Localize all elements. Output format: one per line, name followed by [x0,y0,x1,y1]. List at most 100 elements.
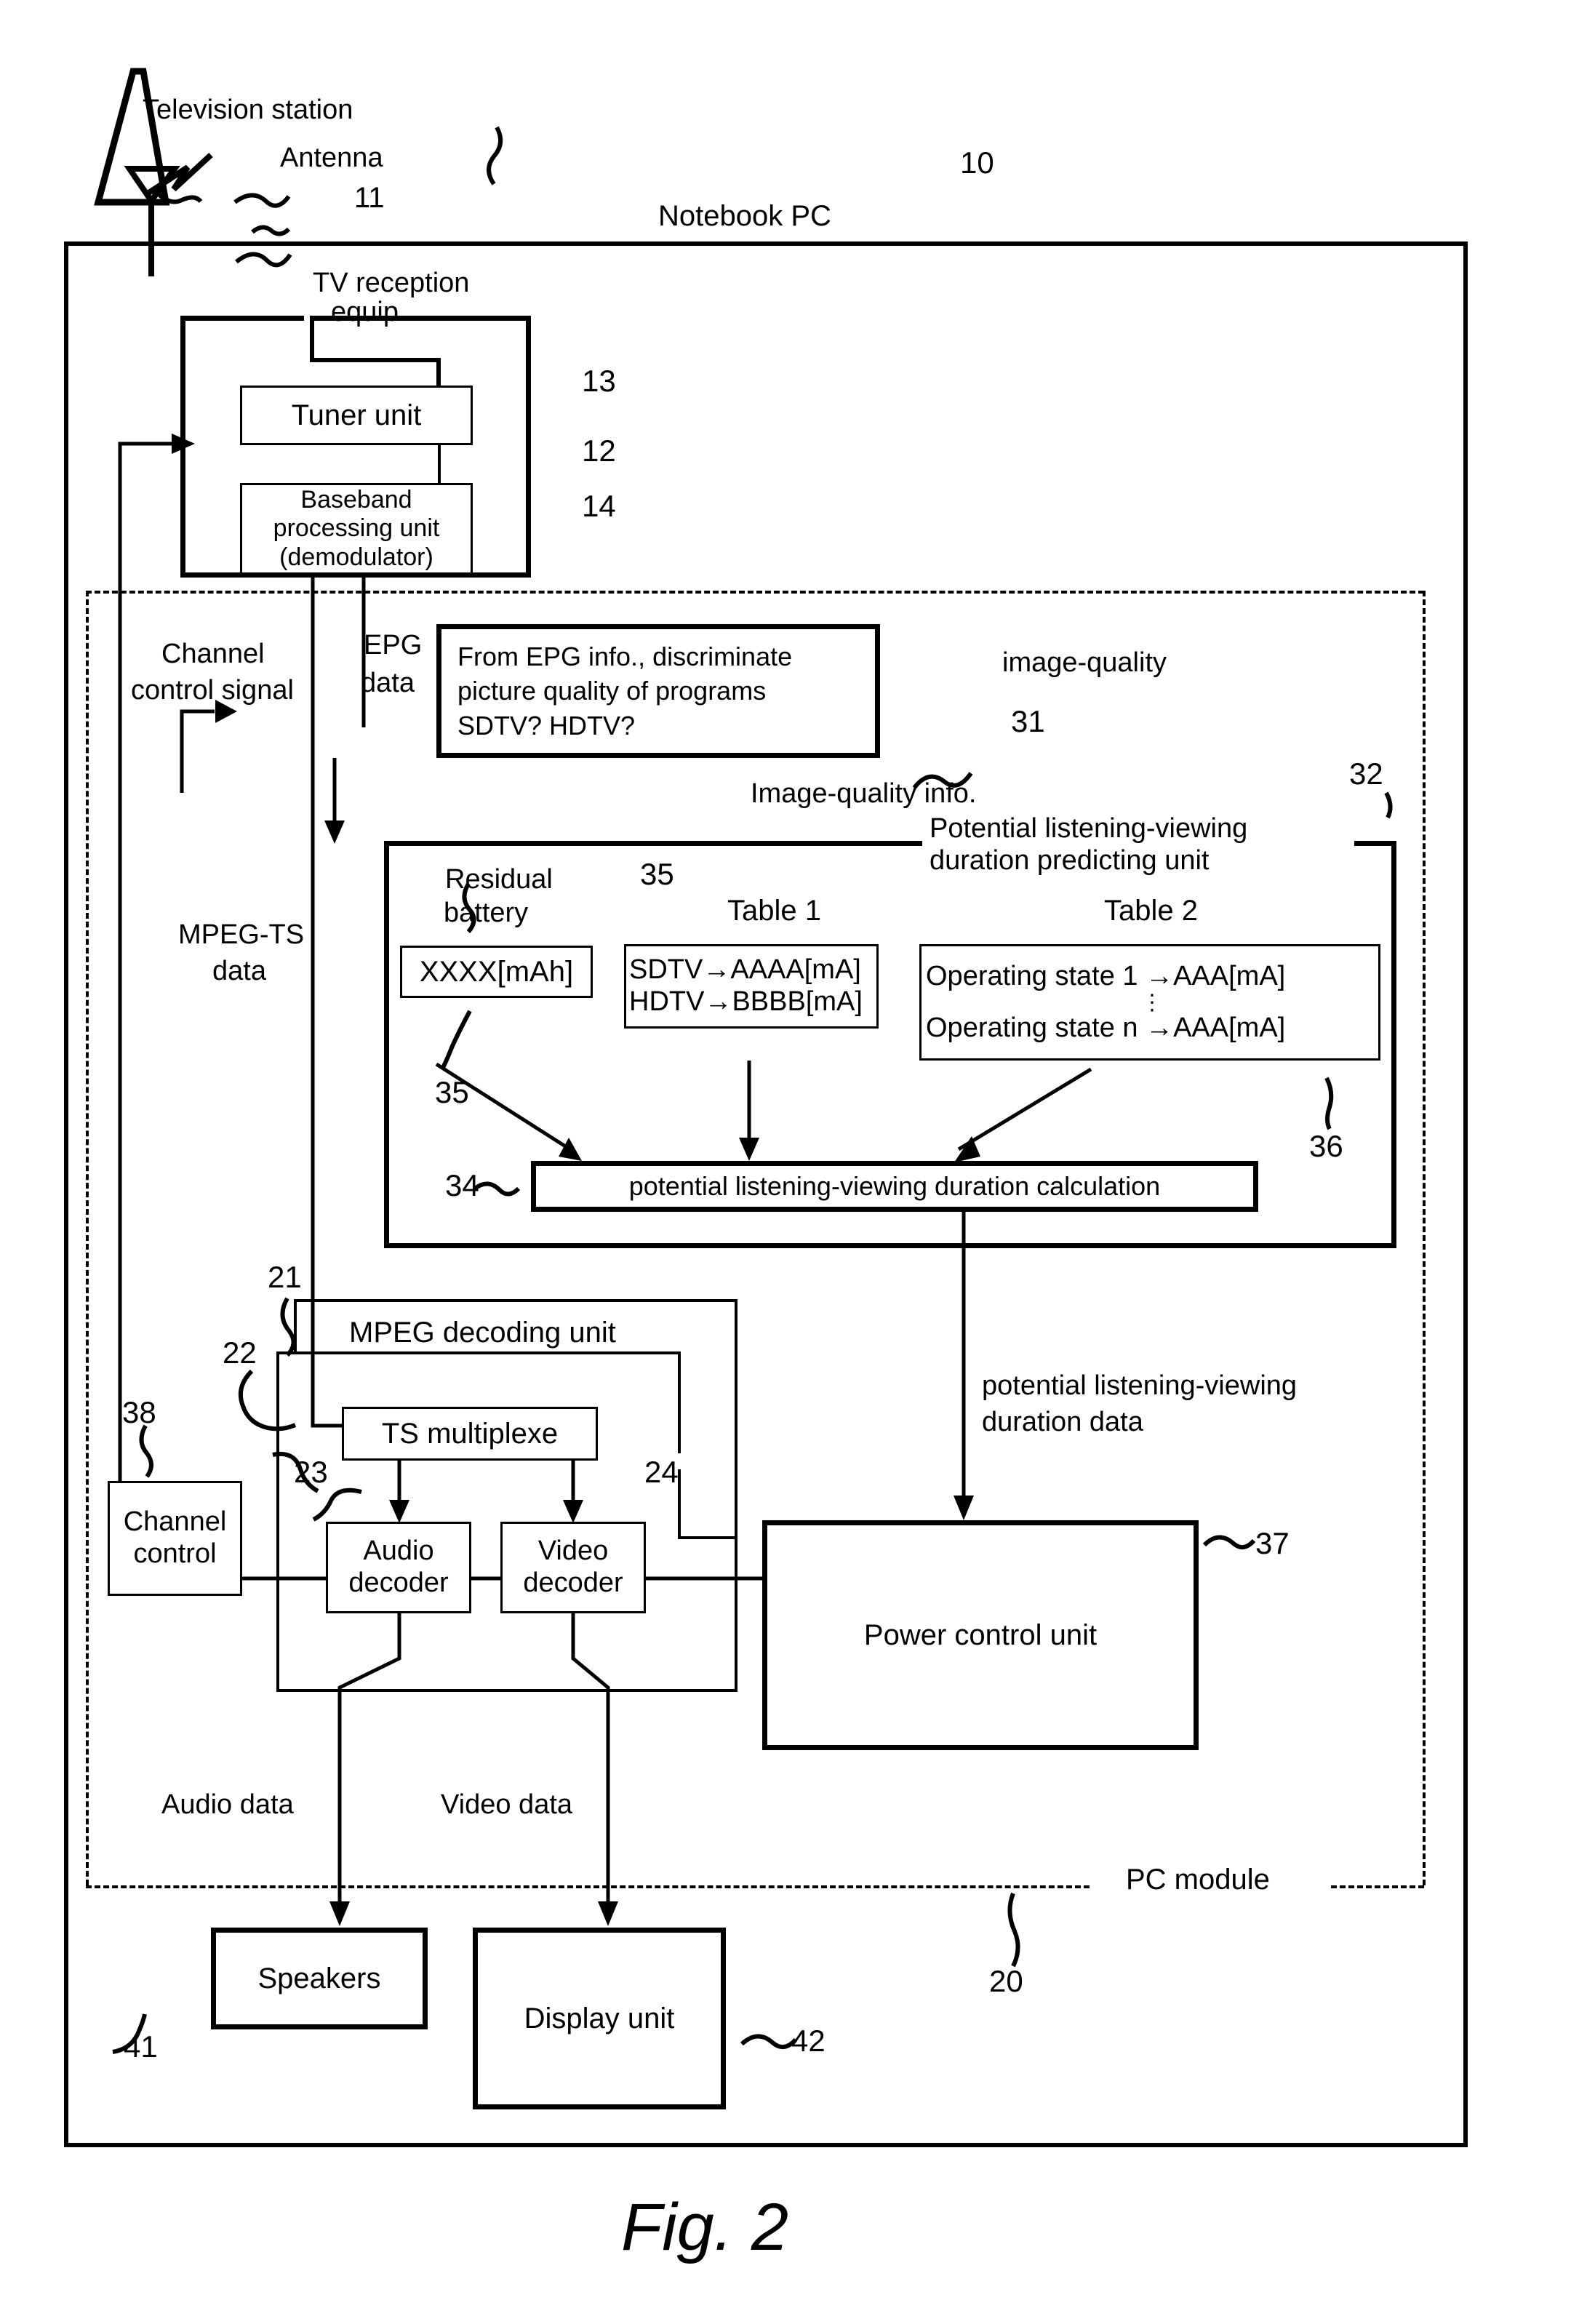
tv-reception-box-right [526,316,531,578]
duration-calculation-ref: 34 [445,1168,479,1202]
tv-reception-box-top-right [313,316,531,321]
arrow-calc-to-power-control [954,1210,974,1520]
tuner-unit-box[interactable]: Tuner unit [240,386,473,445]
residual-battery-label-line2: battery [444,898,529,928]
duration-calculation-box[interactable]: potential listening-viewing duration cal… [531,1161,1258,1212]
predicting-unit-box-bottom [384,1243,1396,1248]
notebook-pc-label: Notebook PC [658,200,831,232]
table2-row-state1: Operating state 1 →AAA[mA] [926,960,1286,991]
decoder-group-frame-right [678,1351,681,1453]
arrow-imagequality-to-predictor [324,758,345,844]
antenna-to-tuner-connector-v [310,316,314,362]
residual-battery-ref-bottom: 35 [435,1075,469,1109]
mpeg-decoding-unit-label: MPEG decoding unit [349,1317,616,1349]
display-unit-box[interactable]: Display unit [473,1928,726,2109]
speakers-ref: 41 [124,2029,158,2064]
arrow-table2-to-calc [954,1067,1092,1162]
epg-discriminator-box[interactable]: From EPG info., discriminate picture qua… [436,624,880,758]
predicting-unit-box-left [384,841,389,1248]
duration-calculation-label: potential listening-viewing duration cal… [628,1171,1161,1202]
channel-control-label-line2: control [133,1538,217,1569]
display-unit-label: Display unit [524,2002,675,2035]
predicting-unit-box-top-right [1354,841,1396,846]
ts-multiplexer-box[interactable]: TS multiplexe [342,1407,598,1461]
channel-control-signal-label-line1: Channel [161,639,265,669]
baseband-label-line2: processing unit [273,514,440,543]
baseband-label-line1: Baseband [300,486,412,514]
line-mpegts-to-ts-multiplexer [311,575,342,1428]
leader-38 [139,1424,153,1478]
pc-module-dashed-bottom-left [86,1885,1090,1888]
power-control-unit-label: Power control unit [863,1619,1098,1651]
tuner-unit-label: Tuner unit [291,399,422,431]
duration-data-label-line2: duration data [982,1407,1143,1437]
display-unit-ref: 42 [791,2024,826,2058]
ts-multiplexer-label: TS multiplexe [381,1418,559,1450]
ts-multiplexer-ref: 22 [223,1335,257,1370]
table2-ref: 36 [1309,1129,1343,1163]
tuner-unit-ref: 13 [582,364,616,398]
arrow-table1-to-calc [739,1061,759,1161]
notebook-pc-ref: 10 [960,145,994,180]
speakers-label: Speakers [257,1962,381,1994]
image-quality-label: image-quality [1002,647,1167,678]
table2-vertical-dots: ⋮ [1141,990,1163,1015]
mpeg-decoding-frame-right [735,1299,737,1692]
antenna-to-tuner-connector-v2 [436,358,441,388]
power-control-unit-box[interactable]: Power control unit [762,1520,1199,1750]
arrow-video-to-display [571,1568,618,1926]
audio-decoder-box[interactable]: Audio decoder [326,1522,471,1613]
residual-battery-label-line1: Residual [445,864,553,895]
table2-box[interactable]: Operating state 1 →AAA[mA] ⋮ Operating s… [919,944,1380,1061]
predicting-unit-label-line1: Potential listening-viewing [930,813,1248,844]
table1-box[interactable]: SDTV→AAAA[mA] HDTV→BBBB[mA] [624,944,879,1029]
notebook-pc-frame-right [1463,241,1468,2147]
pc-module-dashed-right [1423,591,1426,1885]
decoder-group-frame-top [276,1351,681,1354]
pc-module-label: PC module [1126,1864,1270,1896]
leader-21 [280,1297,296,1357]
video-decoder-box[interactable]: Video decoder [500,1522,646,1613]
tv-reception-box-left [180,316,185,578]
arrow-audio-to-speakers [329,1568,401,1926]
mpeg-ts-data-label-line2: data [212,956,266,986]
mpeg-decoding-unit-ref: 21 [268,1260,302,1294]
tv-reception-equip-label-line2: equip. [331,297,407,327]
antenna-to-tuner-connector-h [310,358,441,362]
table2-row-staten: Operating state n →AAA[mA] [926,1012,1286,1043]
video-data-label: Video data [441,1789,573,1820]
leader-24 [312,1488,362,1522]
leader-22 [239,1369,297,1431]
radio-wave-icon [143,153,213,198]
arrow-ts-to-audio-decoder [389,1461,409,1523]
baseband-ref: 14 [582,489,616,523]
leader-20 [1007,1892,1020,1968]
residual-battery-value-box[interactable]: XXXX[mAh] [400,946,593,998]
leader-42 [740,2034,798,2049]
pc-module-ref: 20 [989,1964,1023,1998]
pc-module-dashed-top [86,591,1424,594]
residual-battery-ref-top: 35 [640,857,674,891]
arrow-ts-to-video-decoder [563,1461,583,1523]
channel-control-label-line1: Channel [123,1506,227,1538]
leader-11 [155,191,203,204]
leader-35-battery [440,1010,472,1071]
leader-34 [473,1181,521,1197]
predicting-unit-box-right [1391,841,1396,1248]
leader-36 [1324,1077,1334,1130]
channel-control-ref: 38 [122,1395,156,1429]
mpeg-decoding-frame-left [294,1299,297,1351]
baseband-label-line3: (demodulator) [279,543,433,571]
video-decoder-ref: 24 [644,1455,679,1489]
predicting-unit-label-line2: duration predicting unit [930,845,1210,876]
audio-decoder-label-line1: Audio [363,1536,434,1567]
channel-control-box[interactable]: Channel control [108,1481,242,1596]
baseband-processing-unit-box[interactable]: Baseband processing unit (demodulator) [240,483,473,575]
video-decoder-label-line1: Video [537,1536,609,1567]
tv-reception-equip-ref: 12 [582,434,616,468]
residual-battery-value: XXXX[mAh] [419,956,574,988]
leader-37 [1202,1535,1256,1550]
speakers-box[interactable]: Speakers [211,1928,428,2029]
audio-data-label: Audio data [161,1789,294,1820]
table1-title: Table 1 [727,895,821,927]
